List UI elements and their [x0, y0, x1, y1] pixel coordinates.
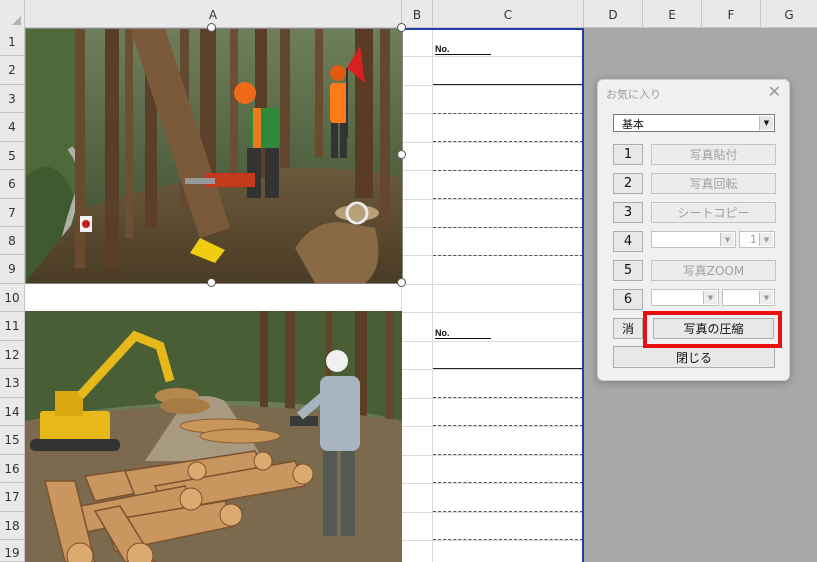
column-header-row: A B C D E F G	[0, 0, 817, 28]
photo-rotate-button[interactable]: 写真回転	[651, 173, 776, 194]
form-dotted-line	[433, 113, 583, 114]
no-label-1: No.	[435, 44, 450, 54]
gridline	[401, 398, 583, 399]
gridline	[401, 426, 583, 427]
row-header-10[interactable]: 10	[0, 284, 25, 312]
form-dotted-line	[433, 170, 583, 171]
slot-5-button[interactable]: 5	[613, 260, 643, 281]
form-dotted-line	[433, 511, 583, 512]
gridline	[401, 284, 583, 285]
close-icon[interactable]: ✕	[768, 82, 781, 102]
gridline	[401, 199, 583, 200]
slot-2-button[interactable]: 2	[613, 173, 643, 194]
chevron-down-icon[interactable]: ▼	[720, 233, 734, 246]
form-dotted-line	[433, 454, 583, 455]
row-header-11[interactable]: 11	[0, 312, 25, 341]
column-header-f[interactable]: F	[702, 0, 761, 28]
row-header-4[interactable]: 4	[0, 113, 25, 142]
gridline	[401, 369, 583, 370]
gridline	[401, 483, 583, 484]
row-header-9[interactable]: 9	[0, 255, 25, 284]
column-header-b[interactable]: B	[402, 0, 433, 28]
print-area-top	[401, 28, 584, 30]
slot-3-button[interactable]: 3	[613, 202, 643, 223]
column-header-d[interactable]: D	[584, 0, 643, 28]
chevron-down-icon[interactable]: ▼	[759, 233, 773, 246]
no-underline-1	[435, 54, 491, 55]
row-header-5[interactable]: 5	[0, 142, 25, 170]
row-header-19[interactable]: 19	[0, 540, 25, 562]
row-header-6[interactable]: 6	[0, 170, 25, 199]
gridline	[401, 85, 583, 86]
chevron-down-icon[interactable]: ▼	[703, 291, 717, 304]
form-dotted-line	[433, 255, 583, 256]
column-header-g[interactable]: G	[761, 0, 817, 28]
slot-4-button[interactable]: 4	[613, 231, 643, 252]
form-dotted-line	[433, 425, 583, 426]
slot-1-button[interactable]: 1	[613, 144, 643, 165]
row-header-13[interactable]: 13	[0, 369, 25, 398]
gridline	[401, 142, 583, 143]
sheet-copy-button[interactable]: シートコピー	[651, 202, 776, 223]
form-dotted-line	[433, 198, 583, 199]
row-header-8[interactable]: 8	[0, 227, 25, 255]
resize-handle-right[interactable]	[397, 150, 406, 159]
row-header-18[interactable]: 18	[0, 512, 25, 540]
row-header-7[interactable]: 7	[0, 199, 25, 227]
dialog-title: お気に入り	[606, 88, 661, 101]
column-header-e[interactable]: E	[643, 0, 702, 28]
resize-handle-top-right[interactable]	[397, 23, 406, 32]
resize-handle-bottom-right[interactable]	[397, 278, 406, 287]
gridline	[401, 56, 583, 57]
row-header-3[interactable]: 3	[0, 85, 25, 113]
photo-logging-excavator[interactable]	[25, 311, 402, 562]
row-header-17[interactable]: 17	[0, 483, 25, 512]
photo-selection-frame	[25, 28, 403, 284]
no-underline-2	[435, 338, 491, 339]
close-dialog-button[interactable]: 閉じる	[613, 346, 775, 368]
slot-6-select-a[interactable]: ▼	[651, 289, 719, 306]
slot-6-button[interactable]: 6	[613, 289, 643, 310]
highlight-box	[643, 311, 782, 348]
erase-button[interactable]: 消	[613, 318, 643, 339]
form-dotted-line	[433, 397, 583, 398]
row-header-12[interactable]: 12	[0, 341, 25, 369]
slot-4-count-value: 1	[750, 233, 757, 246]
row-header-16[interactable]: 16	[0, 455, 25, 483]
form-dotted-line	[433, 141, 583, 142]
slot-4-count-select[interactable]: 1 ▼	[739, 231, 775, 248]
gridline	[401, 540, 583, 541]
resize-handle-top[interactable]	[207, 23, 216, 32]
resize-handle-bottom[interactable]	[207, 278, 216, 287]
gridline	[401, 341, 583, 342]
preset-select-value: 基本	[622, 118, 644, 131]
form-line	[433, 84, 583, 85]
photo-paste-button[interactable]: 写真貼付	[651, 144, 776, 165]
photo-logging-excavator-image	[25, 311, 402, 562]
chevron-down-icon[interactable]: ▼	[759, 291, 773, 304]
row-header-1[interactable]: 1	[0, 28, 25, 56]
column-header-c[interactable]: C	[433, 0, 584, 28]
row-header-14[interactable]: 14	[0, 398, 25, 426]
gridline	[401, 312, 583, 313]
photo-zoom-button[interactable]: 写真ZOOM	[651, 260, 776, 281]
form-dotted-line	[433, 482, 583, 483]
gridline	[401, 512, 583, 513]
excel-window: A B C D E F G 1 2 3 4 5 6 7 8 9 10 11 12…	[0, 0, 817, 562]
slot-6-select-b[interactable]: ▼	[722, 289, 775, 306]
row-header-15[interactable]: 15	[0, 426, 25, 455]
preset-select[interactable]: 基本 ▼	[613, 114, 775, 132]
form-dotted-line	[433, 539, 583, 540]
form-dotted-line	[433, 227, 583, 228]
gridline	[401, 455, 583, 456]
form-line	[433, 368, 583, 369]
select-all-corner[interactable]	[0, 0, 25, 28]
row-header-2[interactable]: 2	[0, 56, 25, 85]
no-label-2: No.	[435, 328, 450, 338]
chevron-down-icon[interactable]: ▼	[759, 116, 773, 130]
slot-4-select[interactable]: ▼	[651, 231, 736, 248]
